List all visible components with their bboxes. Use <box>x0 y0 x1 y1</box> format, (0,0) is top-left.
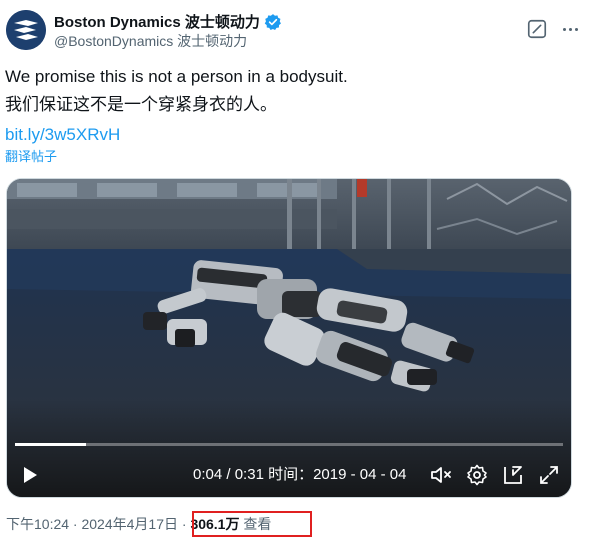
video-frame <box>7 179 571 497</box>
grok-icon[interactable] <box>526 18 548 40</box>
author-name[interactable]: Boston Dynamics 波士顿动力 <box>54 11 260 32</box>
video-progress-fill <box>15 443 87 446</box>
post-text-chinese: 我们保证这不是一个穿紧身衣的人。 <box>5 95 277 114</box>
views-highlight-box <box>192 511 312 537</box>
author-name-row: Boston Dynamics 波士顿动力 <box>54 11 282 32</box>
author-handle[interactable]: @BostonDynamics 波士顿动力 <box>54 31 247 51</box>
video-controls: 0:04 / 0:31 时间：2019 - 04 - 04 <box>7 459 571 491</box>
verified-badge-icon <box>264 13 281 30</box>
tweet-header: Boston Dynamics 波士顿动力 @BostonDynamics 波士… <box>6 8 590 52</box>
video-current-time: 0:04 <box>193 466 223 483</box>
video-date-label: 时间：2019 - 04 - 04 <box>268 466 407 483</box>
mute-icon[interactable] <box>429 463 453 487</box>
translate-post-link[interactable]: 翻译帖子 <box>5 148 57 166</box>
pip-icon[interactable] <box>501 463 525 487</box>
video-time-display: 0:04 / 0:31 时间：2019 - 04 - 04 <box>193 466 407 483</box>
settings-icon[interactable] <box>465 463 489 487</box>
post-link[interactable]: bit.ly/3w5XRvH <box>5 124 120 146</box>
video-duration: 0:31 <box>234 466 264 483</box>
play-icon[interactable] <box>17 463 41 487</box>
boston-dynamics-logo-icon <box>6 10 46 50</box>
fullscreen-icon[interactable] <box>537 463 561 487</box>
post-text-english: We promise this is not a person in a bod… <box>5 67 348 86</box>
video-progress-bar[interactable] <box>15 443 563 446</box>
author-avatar[interactable] <box>6 10 46 50</box>
post-timestamp[interactable]: 下午10:24 · 2024年4月17日 <box>6 516 178 532</box>
video-player[interactable]: 0:04 / 0:31 时间：2019 - 04 - 04 <box>6 178 572 498</box>
more-options-icon[interactable] <box>556 18 584 40</box>
meta-separator: · <box>177 516 191 532</box>
